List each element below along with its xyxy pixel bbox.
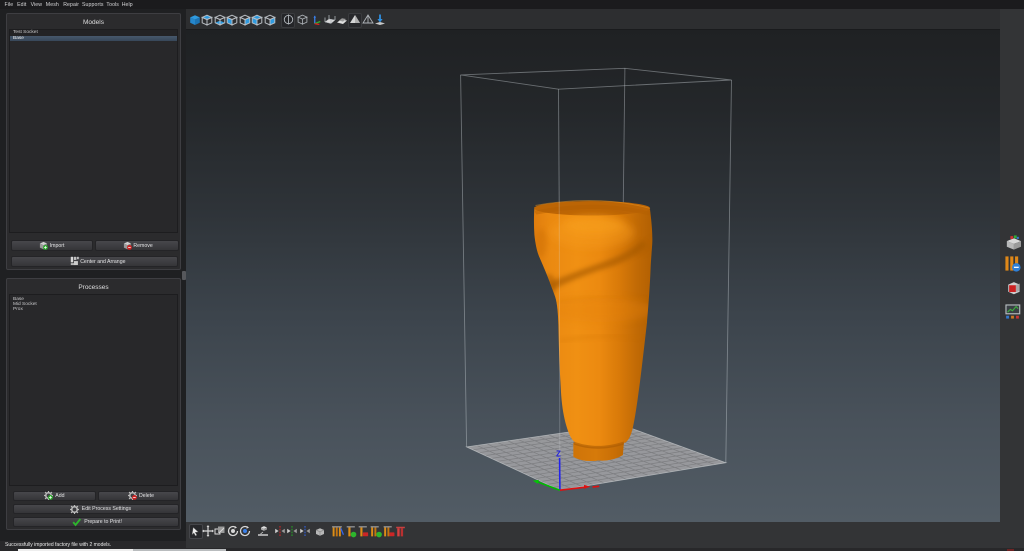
svg-text:Z: Z	[556, 449, 561, 458]
